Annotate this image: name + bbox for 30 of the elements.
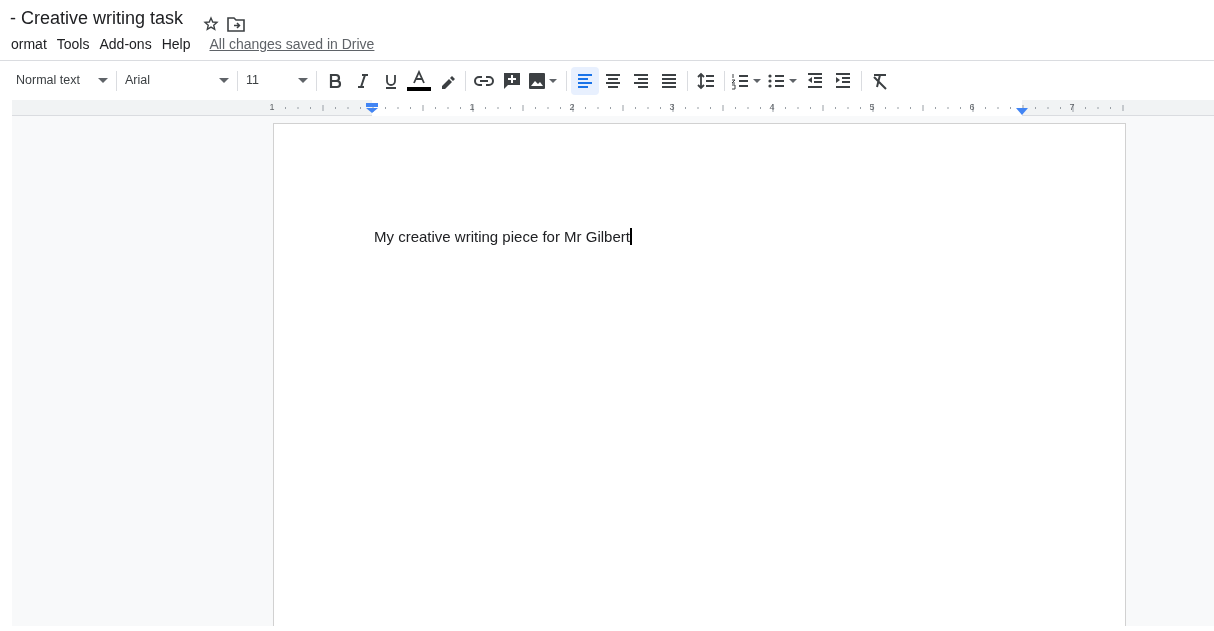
- ruler-number: 6: [969, 101, 975, 114]
- align-left-button[interactable]: [571, 66, 599, 95]
- caret-icon: [219, 77, 229, 84]
- menu-item[interactable]: Help: [156, 33, 196, 55]
- move-folder-icon[interactable]: [227, 16, 246, 32]
- indent-marker-icon[interactable]: [366, 103, 378, 113]
- align-justify-icon: [660, 71, 678, 90]
- menu-item[interactable]: Add-ons: [94, 33, 157, 55]
- text-cursor: [629, 228, 632, 245]
- save-status-link[interactable]: All changes saved in Drive: [209, 33, 375, 55]
- ruler-number: 4: [769, 101, 775, 114]
- ruler-number: 1: [469, 101, 475, 114]
- ruler-number: 2: [569, 101, 575, 114]
- align-left-icon: [576, 71, 594, 90]
- align-center-icon: [604, 71, 622, 90]
- paragraph-style-dropdown[interactable]: Normal text: [12, 71, 112, 90]
- menu-item[interactable]: Tools: [51, 33, 95, 55]
- body-text: My creative writing piece for Mr Gilbert: [374, 228, 630, 245]
- star-icon[interactable]: [203, 16, 220, 32]
- font-dropdown[interactable]: Arial: [121, 71, 233, 90]
- ruler-number: 1: [269, 101, 275, 114]
- caret-icon: [98, 77, 108, 84]
- align-right-icon: [632, 71, 650, 90]
- ruler-number: 5: [869, 101, 875, 114]
- font-size-dropdown[interactable]: 11: [242, 71, 312, 90]
- caret-icon: [298, 77, 308, 84]
- document-title[interactable]: - Creative writing task: [10, 5, 184, 32]
- ruler-number: 7: [1069, 101, 1075, 114]
- menu-item[interactable]: ormat: [6, 33, 52, 55]
- ruler-number: 3: [669, 101, 675, 114]
